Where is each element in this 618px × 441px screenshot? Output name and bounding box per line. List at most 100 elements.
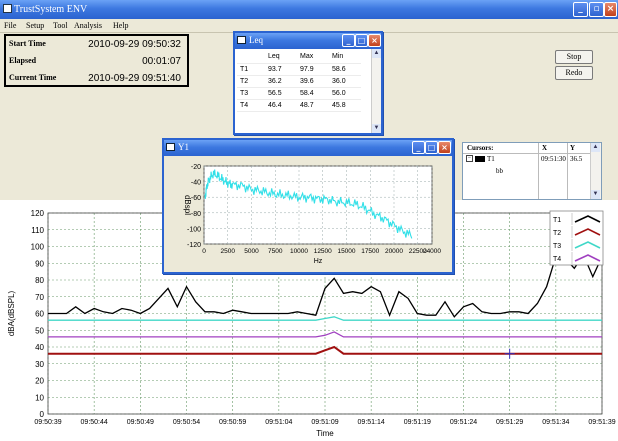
min-cell: 56.0 (332, 89, 346, 97)
spectrum-x-tick-label: 0 (202, 248, 206, 255)
current-time-value: 2010-09-29 09:51:40 (88, 73, 181, 84)
spectrum-window[interactable]: Y1 _ □ × -20 -40 -60 -80 -100 -120 0 2500 5000 75… (162, 138, 454, 274)
menu-help[interactable]: Help (113, 21, 129, 30)
y-tick-label: 30 (35, 360, 44, 369)
menu-analysis[interactable]: Analysis (74, 21, 102, 30)
restore-icon[interactable]: ▫ (589, 2, 604, 17)
spectrum-y-tick-label: -100 (187, 226, 201, 233)
spectrum-x-tick-label: 5000 (244, 248, 259, 255)
y-tick-label: 100 (31, 243, 45, 252)
cursor-x-value: 09:51:30 (541, 155, 566, 163)
spectrum-y-tick-label: -40 (191, 180, 201, 187)
leq-window-title: Leq (249, 35, 263, 45)
x-tick-label: 09:51:19 (404, 419, 431, 426)
maximize-icon[interactable]: □ (425, 141, 438, 154)
table-row[interactable]: T3 56.5 58.4 56.0 (237, 87, 361, 99)
leq-window-titlebar[interactable]: Leq _ □ × (235, 33, 381, 49)
table-row[interactable]: T1 93.7 97.9 58.6 (237, 63, 361, 75)
app-icon (3, 4, 12, 13)
y-tick-label: 120 (31, 209, 45, 218)
x-tick-label: 09:51:24 (450, 419, 477, 426)
scroll-down-icon[interactable]: ▼ (591, 190, 600, 199)
elapsed-label: Elapsed (9, 56, 37, 65)
window-titlebar: TrustSystem ENV _ ▫ × (0, 0, 618, 19)
y-tick-label: 0 (40, 410, 45, 419)
maximize-icon[interactable]: □ (355, 34, 368, 47)
spectrum-chart[interactable]: -20-40-60-80-100-1200 2500 5000 7500 10000 12… (164, 156, 452, 272)
y-tick-label: 60 (35, 310, 44, 319)
leq-cell: 46.4 (268, 101, 282, 109)
cursor-x-header: X (542, 144, 548, 152)
spectrum-x-tick-label: 17500 (361, 248, 379, 255)
x-tick-label: 09:51:14 (358, 419, 385, 426)
spectrum-x-tick-label: 7500 (268, 248, 283, 255)
spectrum-x-tick-label: 10000 (290, 248, 308, 255)
table-row[interactable]: T4 46.4 48.7 45.8 (237, 99, 361, 111)
menu-setup[interactable]: Setup (26, 21, 44, 30)
spectrum-y-tick-label: -20 (191, 164, 201, 171)
spectrum-x-axis-label: Hz (314, 258, 323, 265)
column-header-max: Max (300, 53, 314, 61)
start-time-value: 2010-09-29 09:50:32 (88, 39, 181, 50)
y-tick-label: 90 (35, 259, 44, 268)
menu-file[interactable]: File (4, 21, 16, 30)
spectrum-window-title: Y1 (178, 142, 189, 152)
cursor-sub-item[interactable]: bb (496, 167, 503, 175)
cursors-scrollbar[interactable]: ▲ ▼ (590, 143, 601, 199)
x-tick-label: 09:50:54 (173, 419, 200, 426)
scroll-down-icon[interactable]: ▼ (372, 124, 381, 133)
legend-t4-label: T4 (553, 256, 561, 263)
window-icon (166, 143, 175, 151)
spectrum-window-titlebar[interactable]: Y1 _ □ × (164, 140, 452, 156)
redo-button[interactable]: Redo (555, 66, 593, 80)
min-cell: 45.8 (332, 101, 346, 109)
x-tick-label: 09:50:44 (81, 419, 108, 426)
scroll-up-icon[interactable]: ▲ (591, 143, 600, 152)
y-tick-label: 10 (35, 393, 44, 402)
min-cell: 58.6 (332, 65, 346, 73)
column-header-leq: Leq (268, 53, 280, 61)
minimize-icon[interactable]: _ (573, 2, 588, 17)
spectrum-x-tick-label: 15000 (337, 248, 355, 255)
close-icon[interactable]: × (368, 34, 381, 47)
leq-table: Leq Max Min T1 93.7 97.9 58.6 T2 36.2 39… (237, 51, 361, 112)
row-label: T1 (240, 65, 249, 73)
color-swatch (475, 156, 485, 162)
stop-button[interactable]: Stop (555, 50, 593, 64)
row-label: T4 (240, 101, 249, 109)
x-tick-label: 09:50:39 (34, 419, 61, 426)
series-t2-line (48, 345, 602, 355)
x-tick-label: 09:51:39 (588, 419, 615, 426)
spectrum-y-axis-label: dBspl (183, 195, 192, 215)
cursor-y-value: 36.5 (570, 155, 583, 163)
leq-cell: 93.7 (268, 65, 282, 73)
x-axis-label: Time (316, 429, 334, 438)
leq-scrollbar[interactable]: ▲ ▼ (371, 49, 381, 133)
close-icon[interactable]: × (438, 141, 451, 154)
x-tick-label: 09:51:09 (311, 419, 338, 426)
x-tick-label: 09:50:59 (219, 419, 246, 426)
table-row[interactable]: T2 36.2 39.6 36.0 (237, 75, 361, 87)
max-cell: 58.4 (300, 89, 314, 97)
legend-t2-label: T2 (553, 230, 561, 237)
row-label: T2 (240, 77, 249, 85)
minimize-icon[interactable]: _ (342, 34, 355, 47)
x-tick-label: 09:51:04 (265, 419, 292, 426)
y-tick-label: 40 (35, 343, 44, 352)
leq-cell: 56.5 (268, 89, 282, 97)
close-icon[interactable]: × (604, 2, 617, 17)
table-header-row: Leq Max Min (237, 51, 361, 63)
current-time-label: Current Time (9, 73, 57, 82)
leq-window[interactable]: Leq _ □ × Leq Max Min T1 93.7 97.9 58.6 … (233, 31, 383, 135)
cursors-panel[interactable]: Cursors: X Y − T1 09:51:30 36.5 bb ▲ ▼ (462, 142, 602, 200)
spectrum-x-tick-label: 12500 (314, 248, 332, 255)
menu-tool[interactable]: Tool (53, 21, 68, 30)
scroll-up-icon[interactable]: ▲ (372, 49, 381, 58)
collapse-icon[interactable]: − (466, 155, 473, 162)
time-panel: Start Time 2010-09-29 09:50:32 Elapsed 0… (4, 34, 189, 87)
column-header-min: Min (332, 53, 344, 61)
cursor-name[interactable]: T1 (487, 155, 495, 163)
spectrum-x-tick-label: 24000 (423, 248, 441, 255)
y-tick-label: 50 (35, 326, 44, 335)
minimize-icon[interactable]: _ (412, 141, 425, 154)
